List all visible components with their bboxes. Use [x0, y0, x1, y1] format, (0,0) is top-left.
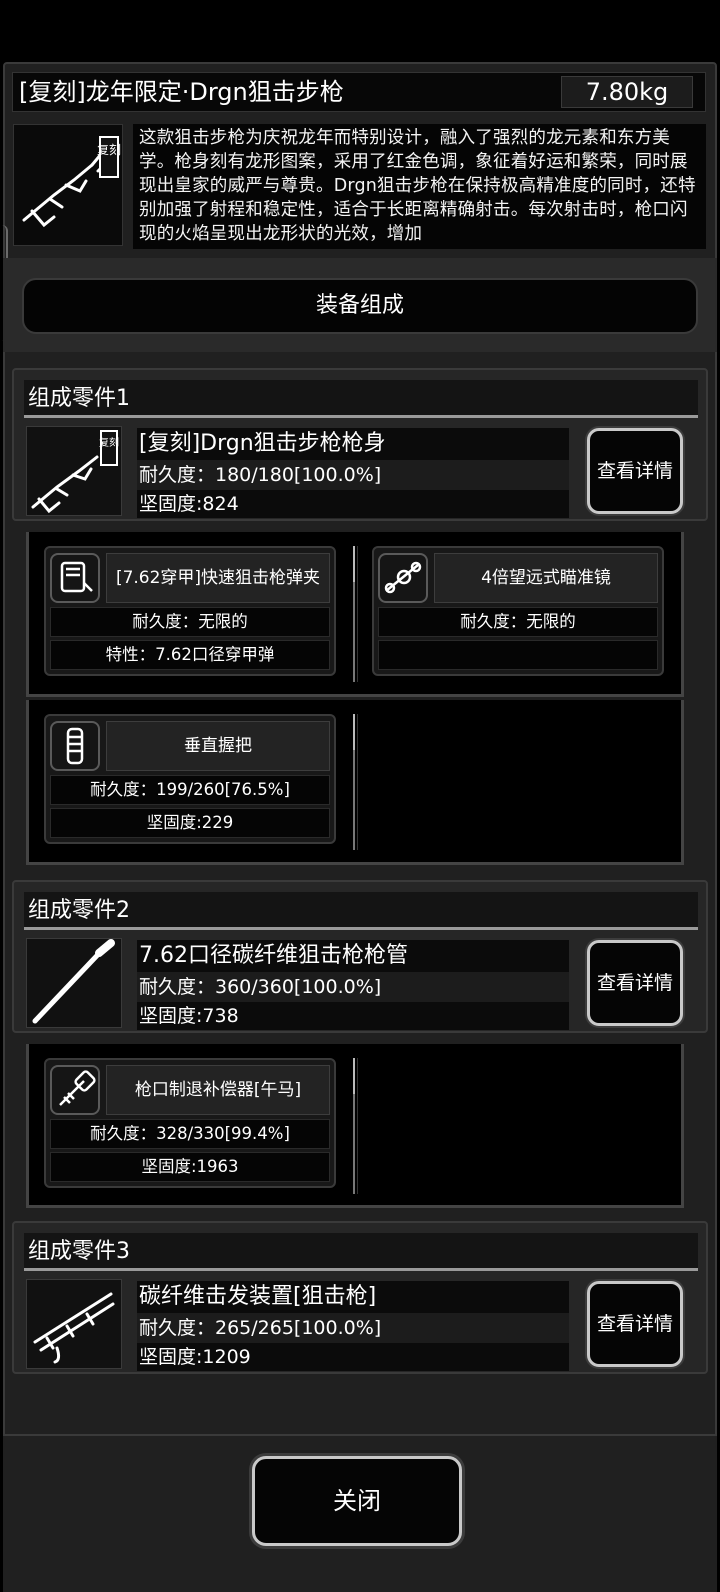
trigger-icon — [26, 1279, 122, 1369]
attachment-divider — [353, 714, 358, 850]
attachment-name: 垂直握把 — [106, 721, 330, 771]
component-part-1: 组成零件1 复刻 [复刻]Drgn狙击步枪枪身 耐久度：180/180[100.… — [12, 368, 708, 521]
item-title: [复刻]龙年限定·Drgn狙击步枪 — [19, 78, 344, 106]
item-description-box[interactable]: 这款狙击步枪为庆祝龙年而特别设计，融入了强烈的龙元素和东方美学。枪身刻有龙形图案… — [133, 124, 706, 249]
item-title-bar: [复刻]龙年限定·Drgn狙击步枪 7.80kg — [12, 72, 706, 112]
attachment-card[interactable]: 4倍望远式瞄准镜 耐久度：无限的 — [372, 546, 664, 676]
equipment-composition-header[interactable]: 装备组成 — [22, 278, 698, 334]
view-details-button[interactable]: 查看详情 — [587, 940, 683, 1026]
item-description: 这款狙击步枪为庆祝龙年而特别设计，融入了强烈的龙元素和东方美学。枪身刻有龙形图案… — [139, 128, 696, 244]
close-button[interactable]: 关闭 — [252, 1456, 462, 1546]
part-title: 组成零件3 — [28, 1239, 130, 1264]
part-title: 组成零件2 — [28, 898, 130, 923]
part-durability: 耐久度：180/180[100.0%] — [137, 460, 569, 490]
attachment-name: 4倍望远式瞄准镜 — [434, 553, 658, 603]
barrel-icon — [26, 938, 122, 1028]
attachment-container: 枪口制退补偿器[午马] 耐久度：328/330[99.4%] 坚固度:1963 — [26, 1044, 684, 1208]
part-title-bar: 组成零件3 — [24, 1233, 698, 1271]
part-name: [复刻]Drgn狙击步枪枪身 — [137, 428, 569, 460]
attachment-hardness: 坚固度:1963 — [50, 1152, 330, 1182]
part-durability: 耐久度：265/265[100.0%] — [137, 1313, 569, 1343]
part-badge-text: 复刻 — [99, 436, 119, 449]
muzzle-brake-icon — [50, 1065, 100, 1115]
attachment-card[interactable]: [7.62穿甲]快速狙击枪弹夹 耐久度：无限的 特性：7.62口径穿甲弹 — [44, 546, 336, 676]
attachment-durability: 耐久度：无限的 — [378, 607, 658, 637]
attachment-durability: 耐久度：无限的 — [50, 607, 330, 637]
view-details-button[interactable]: 查看详情 — [587, 1281, 683, 1367]
attachment-container: [7.62穿甲]快速狙击枪弹夹 耐久度：无限的 特性：7.62口径穿甲弹 4倍望… — [26, 532, 684, 697]
part-name: 碳纤维击发装置[狙击枪] — [137, 1281, 569, 1313]
attachment-durability: 耐久度：328/330[99.4%] — [50, 1119, 330, 1149]
attachment-trait: 特性：7.62口径穿甲弹 — [50, 640, 330, 670]
attachment-trait — [378, 640, 658, 670]
attachment-container: 垂直握把 耐久度：199/260[76.5%] 坚固度:229 — [26, 700, 684, 865]
part-durability: 耐久度：360/360[100.0%] — [137, 972, 569, 1002]
part-title-bar: 组成零件2 — [24, 892, 698, 930]
attachment-hardness: 坚固度:229 — [50, 808, 330, 838]
part-hardness: 坚固度:738 — [137, 1002, 569, 1030]
scope-icon — [378, 553, 428, 603]
component-part-3: 组成零件3 碳纤维击发装置[狙击枪] 耐久度：265/265[100.0%] 坚… — [12, 1221, 708, 1374]
attachment-name: [7.62穿甲]快速狙击枪弹夹 — [106, 553, 330, 603]
component-part-2: 组成零件2 7.62口径碳纤维狙击枪枪管 耐久度：360/360[100.0%]… — [12, 880, 708, 1033]
part-name: 7.62口径碳纤维狙击枪枪管 — [137, 940, 569, 972]
attachment-card[interactable]: 垂直握把 耐久度：199/260[76.5%] 坚固度:229 — [44, 714, 336, 844]
status-bar-area — [0, 0, 720, 62]
view-details-button[interactable]: 查看详情 — [587, 428, 683, 514]
attachment-divider — [353, 1058, 358, 1194]
sniper-rifle-icon: 复刻 — [13, 124, 123, 246]
item-weight: 7.80kg — [561, 76, 693, 108]
grip-icon — [50, 721, 100, 771]
attachment-card[interactable]: 枪口制退补偿器[午马] 耐久度：328/330[99.4%] 坚固度:1963 — [44, 1058, 336, 1188]
part-title-bar: 组成零件1 — [24, 380, 698, 418]
attachment-name: 枪口制退补偿器[午马] — [106, 1065, 330, 1115]
part-hardness: 坚固度:824 — [137, 490, 569, 518]
attachment-durability: 耐久度：199/260[76.5%] — [50, 775, 330, 805]
magazine-icon — [50, 553, 100, 603]
attachment-divider — [353, 546, 358, 682]
rifle-body-icon: 复刻 — [26, 426, 122, 516]
part-title: 组成零件1 — [28, 386, 130, 411]
part-hardness: 坚固度:1209 — [137, 1343, 569, 1371]
hero-badge-text: 复刻 — [97, 143, 121, 157]
